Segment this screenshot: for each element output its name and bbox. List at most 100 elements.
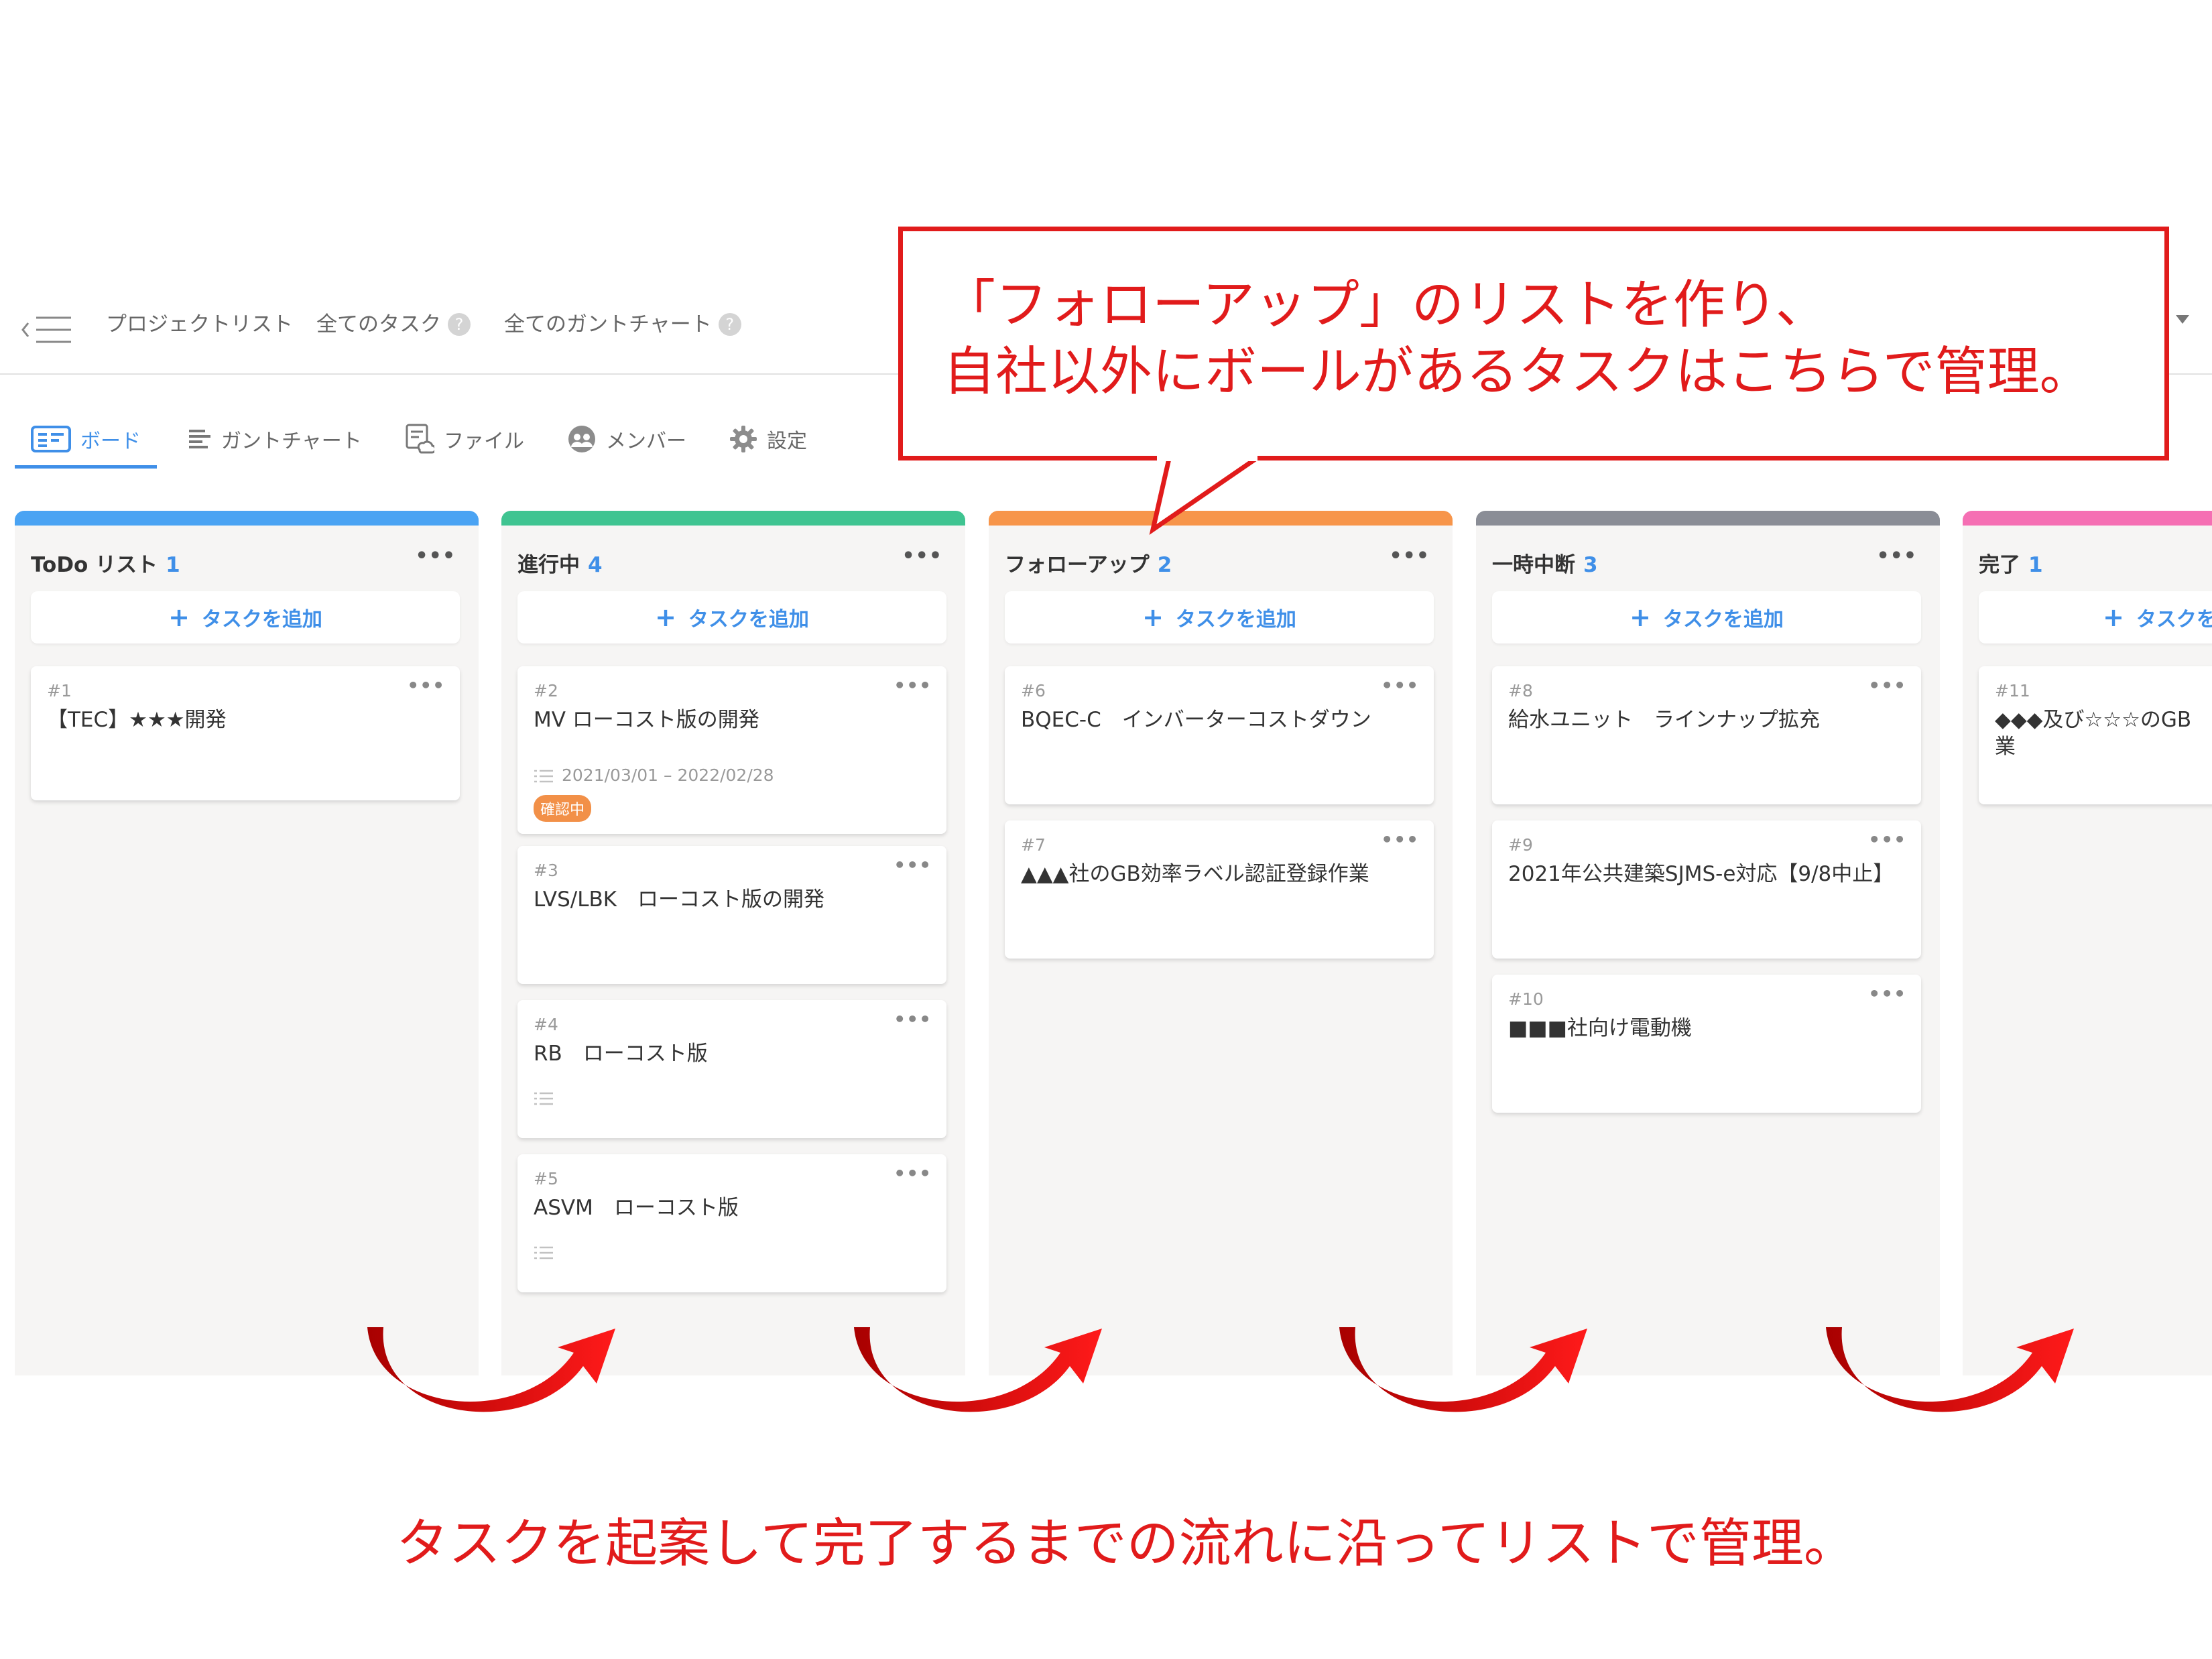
task-title: RB ローコスト版 xyxy=(534,1042,708,1066)
tab-settings[interactable]: 設定 xyxy=(729,419,807,459)
tab-gantt[interactable]: ガントチャート xyxy=(188,419,362,459)
card-menu-button[interactable]: ••• xyxy=(1868,983,1906,1005)
add-task-button[interactable]: + タスクを追加 xyxy=(1492,591,1921,643)
file-icon xyxy=(406,424,434,454)
add-task-label: タスクを追加 xyxy=(1662,608,1784,631)
column-color-bar xyxy=(1963,511,2212,526)
task-title-line1: ◆◆◆及び☆☆☆のGB xyxy=(1995,708,2192,732)
callout-line-1: 「フォローアップ」のリストを作り、 xyxy=(943,275,1828,335)
task-card[interactable]: #5 ••• ASVM ローコスト版 xyxy=(517,1154,946,1292)
callout-line-2: 自社以外にボールがあるタスクはこちらで管理。 xyxy=(943,342,2092,402)
task-card[interactable]: #2 ••• MV ローコスト版の開発 2021/03/01 – 2022/02… xyxy=(517,666,946,834)
task-card[interactable]: #3 ••• LVS/LBK ローコスト版の開発 xyxy=(517,846,946,984)
card-menu-button[interactable]: ••• xyxy=(1868,828,1906,851)
checklist-icon xyxy=(534,1092,553,1105)
checklist-icon xyxy=(534,1246,553,1259)
add-task-button[interactable]: + タスクを追加 xyxy=(1005,591,1434,643)
task-date: 2021/03/01 – 2022/02/28 xyxy=(534,765,774,785)
task-title: ◆◆◆及び☆☆☆のGB 業 xyxy=(1995,706,2212,760)
tab-files-label: ファイル xyxy=(444,430,524,453)
column-menu-button[interactable]: ••• xyxy=(1389,544,1430,568)
task-card[interactable]: #8 ••• 給水ユニット ラインナップ拡充 xyxy=(1492,666,1921,804)
column-count: 4 xyxy=(588,553,603,577)
column-title-text: 一時中断 xyxy=(1492,553,1575,577)
column-title-text: 完了 xyxy=(1979,553,2020,577)
tab-files[interactable]: ファイル xyxy=(405,419,524,459)
card-menu-button[interactable]: ••• xyxy=(407,674,445,696)
column-color-bar xyxy=(501,511,965,526)
column-title: 完了 1 xyxy=(1979,548,2043,578)
board-column-done: 完了 1 + タスクを追加 #11 ◆◆◆及び☆☆☆のGB 業 xyxy=(1963,511,2212,1375)
flow-arrow-icon xyxy=(367,1327,615,1412)
tab-settings-label: 設定 xyxy=(767,430,807,453)
column-color-bar xyxy=(15,511,479,526)
task-card[interactable]: #9 ••• 2021年公共建築SJMS-e対応【9/8中止】 xyxy=(1492,820,1921,959)
members-icon xyxy=(568,426,595,452)
task-id: #8 xyxy=(1508,681,1533,700)
add-task-button[interactable]: + タスクを追加 xyxy=(31,591,460,643)
column-title: フォローアップ 2 xyxy=(1005,548,1172,578)
task-title: 【TEC】★★★開発 xyxy=(47,708,227,732)
add-task-label: タスクを追加 xyxy=(1175,608,1296,631)
column-menu-button[interactable]: ••• xyxy=(902,544,942,568)
card-menu-button[interactable]: ••• xyxy=(1868,674,1906,696)
column-title: 一時中断 3 xyxy=(1492,548,1598,578)
callout-text: 「フォローアップ」のリストを作り、 自社以外にボールがあるタスクはこちらで管理。 xyxy=(943,271,2092,406)
column-menu-button[interactable]: ••• xyxy=(1876,544,1917,568)
callout-pointer-joint xyxy=(1157,454,1257,461)
tab-members-label: メンバー xyxy=(606,430,686,453)
card-menu-button[interactable]: ••• xyxy=(894,674,932,696)
help-icon[interactable]: ? xyxy=(448,313,471,336)
project-tabs: ボード ガントチャート ファイル メンバー 設定 xyxy=(0,419,871,473)
task-title: ▲▲▲社のGB効率ラベル認証登録作業 xyxy=(1021,862,1369,886)
tab-members[interactable]: メンバー xyxy=(567,419,686,459)
column-title-text: フォローアップ xyxy=(1005,553,1150,577)
add-task-button[interactable]: + タスクを追加 xyxy=(1979,591,2212,643)
task-card[interactable]: #6 ••• BQEC-C インバーターコストダウン xyxy=(1005,666,1434,804)
tab-board[interactable]: ボード xyxy=(31,419,141,459)
task-id: #4 xyxy=(534,1015,558,1034)
help-icon[interactable]: ? xyxy=(718,313,741,336)
task-id: #1 xyxy=(47,681,72,700)
task-date-range: 2021/03/01 – 2022/02/28 xyxy=(562,765,774,785)
board-column-follow-up: フォローアップ 2 ••• + タスクを追加 #6 ••• BQEC-C インバータ… xyxy=(989,511,1453,1375)
column-count: 1 xyxy=(166,553,180,577)
task-card[interactable]: #1 ••• 【TEC】★★★開発 xyxy=(31,666,460,800)
plus-icon: + xyxy=(168,603,190,632)
task-card[interactable]: #4 ••• RB ローコスト版 xyxy=(517,1000,946,1138)
card-menu-button[interactable]: ••• xyxy=(894,854,932,876)
task-card[interactable]: #10 ••• ■■■社向け電動機 xyxy=(1492,975,1921,1113)
task-title-line2: 業 xyxy=(1995,735,2016,759)
flow-arrows xyxy=(367,1327,2074,1412)
column-menu-button[interactable]: ••• xyxy=(415,544,456,568)
task-id: #11 xyxy=(1995,681,2030,700)
gear-icon xyxy=(730,426,757,452)
task-id: #5 xyxy=(534,1169,558,1188)
board-icon xyxy=(31,426,71,452)
task-id: #10 xyxy=(1508,989,1544,1009)
sidebar-toggle-icon[interactable] xyxy=(19,310,75,350)
task-title: MV ローコスト版の開発 xyxy=(534,708,759,732)
task-title: ■■■社向け電動機 xyxy=(1508,1016,1692,1040)
nav-project-list[interactable]: プロジェクトリスト xyxy=(106,307,293,337)
status-badge: 確認中 xyxy=(534,795,592,822)
plus-icon: + xyxy=(2103,603,2124,632)
column-title: 進行中 4 xyxy=(517,548,603,578)
flow-arrow-icon xyxy=(1339,1327,1587,1412)
task-card[interactable]: #11 ◆◆◆及び☆☆☆のGB 業 xyxy=(1979,666,2212,804)
add-task-label: タスクを追加 xyxy=(201,608,322,631)
nav-all-tasks[interactable]: 全てのタスク? xyxy=(316,307,471,337)
card-menu-button[interactable]: ••• xyxy=(894,1162,932,1184)
add-task-button[interactable]: + タスクを追加 xyxy=(517,591,946,643)
nav-all-gantt[interactable]: 全てのガントチャート? xyxy=(504,307,741,337)
card-menu-button[interactable]: ••• xyxy=(1381,828,1419,851)
task-card[interactable]: #7 ••• ▲▲▲社のGB効率ラベル認証登録作業 xyxy=(1005,820,1434,959)
account-dropdown-icon[interactable] xyxy=(2176,315,2189,324)
task-id: #2 xyxy=(534,681,558,700)
card-menu-button[interactable]: ••• xyxy=(1381,674,1419,696)
nav-all-gantt-label: 全てのガントチャート xyxy=(504,312,712,336)
column-color-bar xyxy=(989,511,1453,526)
card-menu-button[interactable]: ••• xyxy=(894,1008,932,1030)
task-id: #9 xyxy=(1508,835,1533,855)
tab-board-label: ボード xyxy=(80,430,141,453)
